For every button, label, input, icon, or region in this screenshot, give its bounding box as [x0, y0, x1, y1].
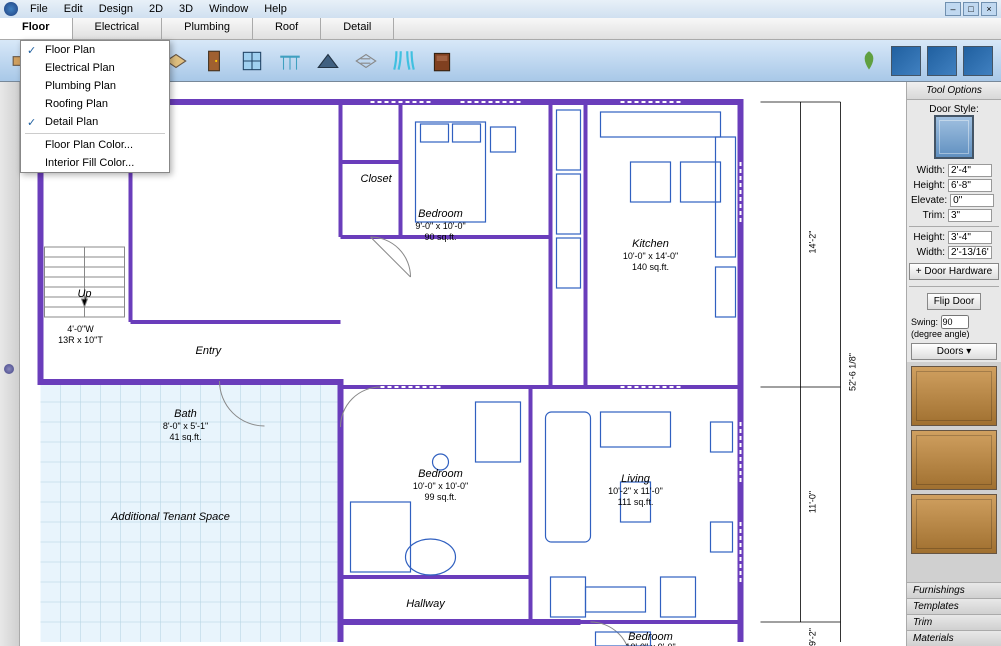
height-input[interactable] [948, 179, 992, 192]
swing-unit: (degree angle) [911, 329, 970, 339]
width2-input[interactable] [948, 246, 992, 259]
bedroom1-label: Bedroom [418, 208, 463, 220]
view-3d-icon[interactable] [927, 46, 957, 76]
swing-input[interactable] [941, 315, 969, 329]
menu-2d[interactable]: 2D [141, 3, 171, 15]
menu-electrical-plan[interactable]: Electrical Plan [21, 59, 169, 77]
menu-edit[interactable]: Edit [56, 3, 91, 15]
menu-3d[interactable]: 3D [171, 3, 201, 15]
elevate-label: Elevate: [911, 195, 947, 206]
svg-text:10'-0" x 10'-0": 10'-0" x 10'-0" [413, 481, 468, 491]
panel-tab-furnishings[interactable]: Furnishings [907, 582, 1001, 598]
roof-tool-icon[interactable] [312, 45, 344, 77]
door-gallery-item[interactable] [911, 494, 997, 554]
panel-tab-trim[interactable]: Trim [907, 614, 1001, 630]
plan-tabs: Floor Electrical Plumbing Roof Detail [0, 18, 1001, 40]
menu-window[interactable]: Window [201, 3, 256, 15]
panel-tab-templates[interactable]: Templates [907, 598, 1001, 614]
svg-text:13R x 10"T: 13R x 10"T [58, 335, 103, 345]
tenant-label: Additional Tenant Space [110, 511, 230, 523]
svg-text:10'-0" x 9'-0": 10'-0" x 9'-0" [625, 642, 675, 646]
menu-interior-fill-color[interactable]: Interior Fill Color... [21, 154, 169, 172]
menu-floor-plan-color[interactable]: Floor Plan Color... [21, 136, 169, 154]
grid-tool-icon[interactable] [350, 45, 382, 77]
kitchen-label: Kitchen [632, 238, 669, 250]
view-split-icon[interactable] [963, 46, 993, 76]
tab-roof[interactable]: Roof [253, 18, 321, 39]
menu-roofing-plan[interactable]: Roofing Plan [21, 95, 169, 113]
curtain-tool-icon[interactable] [388, 45, 420, 77]
door-hardware-button[interactable]: + Door Hardware [909, 263, 999, 280]
svg-text:9'-2": 9'-2" [808, 628, 818, 646]
svg-text:4'-0"W: 4'-0"W [67, 324, 94, 334]
cabinet-tool-icon[interactable] [426, 45, 458, 77]
width-label: Width: [911, 165, 945, 176]
tab-floor[interactable]: Floor [0, 18, 73, 39]
view-2d-icon[interactable] [891, 46, 921, 76]
tab-detail[interactable]: Detail [321, 18, 394, 39]
elevate-input[interactable] [950, 194, 994, 207]
menu-file[interactable]: File [22, 3, 56, 15]
left-ruler [0, 82, 20, 646]
svg-text:90 sq.ft.: 90 sq.ft. [424, 232, 456, 242]
bedroom2-label: Bedroom [418, 468, 463, 480]
menu-detail-plan[interactable]: Detail Plan [21, 113, 169, 131]
stairs-up-label: Up [77, 288, 91, 300]
height-label: Height: [911, 180, 945, 191]
flip-door-button[interactable]: Flip Door [927, 293, 982, 310]
width-input[interactable] [948, 164, 992, 177]
svg-text:10'-2" x 11'-0": 10'-2" x 11'-0" [608, 486, 663, 496]
height2-label: Height: [911, 232, 945, 243]
menu-help[interactable]: Help [256, 3, 295, 15]
tab-plumbing[interactable]: Plumbing [162, 18, 253, 39]
svg-text:8'-0" x 5'-1": 8'-0" x 5'-1" [163, 421, 208, 431]
svg-text:99 sq.ft.: 99 sq.ft. [424, 492, 456, 502]
menu-floor-plan[interactable]: Floor Plan [21, 41, 169, 59]
svg-text:41 sq.ft.: 41 sq.ft. [169, 432, 201, 442]
leaf-icon[interactable] [853, 45, 885, 77]
swing-label: Swing: [911, 317, 938, 327]
app-icon [4, 2, 18, 16]
handle-dot-icon[interactable] [4, 364, 14, 374]
close-button[interactable]: × [981, 2, 997, 16]
trim-label: Trim: [911, 210, 945, 221]
minimize-button[interactable]: – [945, 2, 961, 16]
living-label: Living [621, 473, 651, 485]
trim-input[interactable] [948, 209, 992, 222]
door-gallery [907, 362, 1001, 582]
door-gallery-item[interactable] [911, 430, 997, 490]
closet-label: Closet [361, 173, 393, 185]
floor-dropdown-menu: Floor Plan Electrical Plan Plumbing Plan… [20, 40, 170, 173]
rail-tool-icon[interactable] [274, 45, 306, 77]
svg-text:52'-6 1/8": 52'-6 1/8" [848, 353, 858, 391]
door-tool-icon[interactable] [198, 45, 230, 77]
door-style-label: Door Style: [911, 104, 997, 115]
menu-design[interactable]: Design [91, 3, 141, 15]
menubar: File Edit Design 2D 3D Window Help – □ × [0, 0, 1001, 18]
svg-text:111 sq.ft.: 111 sq.ft. [618, 497, 654, 507]
doors-dropdown[interactable]: Doors ▾ [911, 343, 997, 360]
maximize-button[interactable]: □ [963, 2, 979, 16]
tool-options-title: Tool Options [907, 82, 1001, 100]
width2-label: Width: [911, 247, 945, 258]
door-style-preview[interactable] [934, 115, 974, 159]
hallway-label: Hallway [406, 598, 446, 610]
height2-input[interactable] [948, 231, 992, 244]
svg-text:140 sq.ft.: 140 sq.ft. [632, 262, 669, 272]
menu-plumbing-plan[interactable]: Plumbing Plan [21, 77, 169, 95]
svg-text:11'-0": 11'-0" [808, 491, 818, 513]
tab-electrical[interactable]: Electrical [73, 18, 163, 39]
entry-label: Entry [196, 345, 223, 357]
window-tool-icon[interactable] [236, 45, 268, 77]
door-gallery-item[interactable] [911, 366, 997, 426]
svg-text:14'-2": 14'-2" [808, 231, 818, 254]
panel-tab-materials[interactable]: Materials [907, 630, 1001, 646]
bath-label: Bath [174, 408, 197, 420]
svg-text:10'-0" x 14'-0": 10'-0" x 14'-0" [623, 251, 678, 261]
tool-options-panel: Tool Options Door Style: Width: Height: … [906, 82, 1001, 646]
svg-text:9'-0" x 10'-0": 9'-0" x 10'-0" [415, 221, 465, 231]
